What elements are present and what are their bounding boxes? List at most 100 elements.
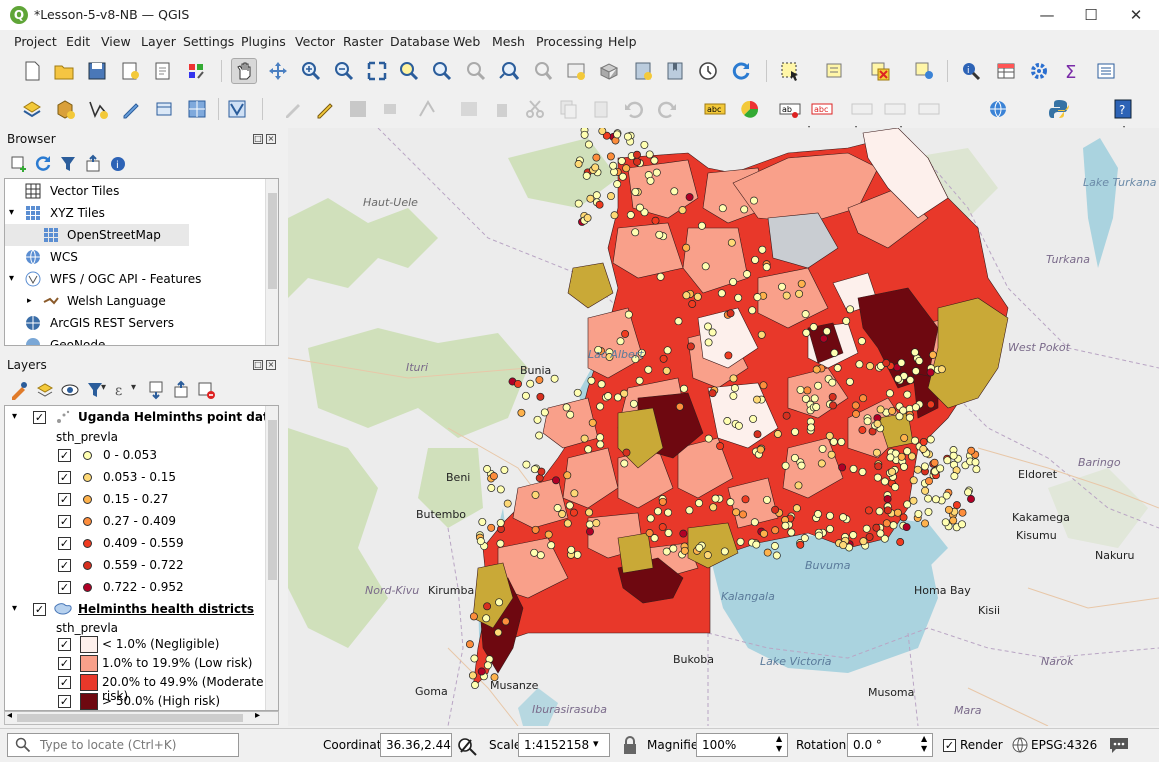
survey-point[interactable]: [886, 453, 895, 462]
survey-point[interactable]: [791, 427, 799, 436]
pan-to-selection-icon[interactable]: [265, 58, 291, 84]
survey-point[interactable]: [703, 551, 712, 560]
collapse-all-layers-icon[interactable]: [168, 377, 194, 403]
survey-point[interactable]: [716, 442, 725, 451]
survey-point[interactable]: [517, 408, 526, 417]
browser-item-arcgis[interactable]: ArcGIS REST Servers: [5, 312, 278, 334]
survey-point[interactable]: [858, 426, 867, 434]
district-no-data-5[interactable]: [617, 532, 654, 574]
survey-point[interactable]: [908, 452, 916, 461]
magnifier-field[interactable]: 100%: [696, 733, 788, 757]
survey-point[interactable]: [833, 364, 842, 372]
survey-point[interactable]: [797, 279, 806, 288]
survey-point[interactable]: [624, 310, 633, 319]
collapse-arrow-icon[interactable]: ▾: [9, 202, 14, 224]
survey-point[interactable]: [729, 374, 738, 383]
survey-point[interactable]: [655, 230, 664, 239]
zoom-to-selection-icon[interactable]: [396, 58, 422, 84]
survey-point[interactable]: [873, 473, 882, 482]
survey-point[interactable]: [697, 221, 706, 230]
survey-point[interactable]: [680, 546, 689, 555]
survey-point[interactable]: [536, 551, 545, 560]
survey-point[interactable]: [770, 542, 779, 550]
select-features-icon[interactable]: [777, 58, 803, 84]
survey-point[interactable]: [845, 377, 854, 386]
expand-all-icon[interactable]: [143, 377, 169, 403]
survey-point[interactable]: [790, 453, 799, 462]
survey-point[interactable]: [526, 379, 535, 388]
survey-point[interactable]: [852, 410, 860, 418]
survey-point[interactable]: [678, 206, 687, 215]
collapse-arrow-icon[interactable]: ▾: [12, 603, 17, 614]
survey-point[interactable]: [724, 351, 733, 360]
survey-point[interactable]: [566, 410, 575, 419]
survey-point[interactable]: [882, 519, 891, 528]
survey-point[interactable]: [550, 374, 559, 383]
survey-point[interactable]: [743, 270, 751, 279]
poly-class-1-checkbox[interactable]: ✓: [58, 657, 71, 670]
survey-point[interactable]: [592, 519, 601, 528]
survey-point[interactable]: [477, 667, 486, 676]
survey-point[interactable]: [839, 513, 848, 522]
survey-point[interactable]: [749, 414, 758, 423]
survey-point[interactable]: [596, 440, 605, 449]
survey-point[interactable]: [909, 476, 918, 485]
survey-point[interactable]: [897, 358, 906, 367]
survey-point[interactable]: [925, 477, 933, 486]
survey-point[interactable]: [903, 390, 912, 399]
survey-point[interactable]: [781, 521, 790, 530]
close-button[interactable]: ✕: [1113, 0, 1159, 30]
survey-point[interactable]: [876, 405, 885, 414]
menu-edit[interactable]: Edit: [66, 34, 90, 49]
survey-point[interactable]: [563, 519, 572, 528]
survey-point[interactable]: [688, 300, 697, 308]
survey-point[interactable]: [606, 152, 615, 161]
render-checkbox[interactable]: ✓: [943, 739, 956, 752]
survey-point[interactable]: [752, 540, 761, 549]
map-canvas[interactable]: Haut-Uele Lake Turkana Turkana Ituri Lac Alb…: [288, 128, 1159, 726]
magnifier-spinner-icon[interactable]: ▲ ▼: [776, 734, 782, 754]
collapse-arrow-icon[interactable]: ▾: [12, 411, 17, 422]
survey-point[interactable]: [496, 539, 505, 548]
survey-point[interactable]: [849, 531, 858, 540]
survey-point[interactable]: [569, 508, 578, 517]
remove-layer-icon[interactable]: [193, 377, 219, 403]
survey-point[interactable]: [620, 389, 629, 398]
locate-search-input[interactable]: Type to locate (Ctrl+K): [7, 733, 239, 757]
zoom-to-layer-icon[interactable]: [429, 58, 455, 84]
survey-point[interactable]: [906, 376, 915, 384]
lock-scale-icon[interactable]: [622, 735, 638, 758]
survey-point[interactable]: [763, 548, 772, 557]
survey-point[interactable]: [797, 461, 806, 470]
menu-web[interactable]: Web: [453, 34, 480, 49]
survey-point[interactable]: [584, 445, 593, 454]
survey-point[interactable]: [514, 379, 522, 388]
point-class-6-checkbox[interactable]: ✓: [58, 581, 71, 594]
layout-manager-icon[interactable]: [150, 58, 176, 84]
survey-point[interactable]: [952, 501, 961, 510]
show-hide-labels-icon[interactable]: [882, 96, 908, 122]
poly-class-2-checkbox[interactable]: ✓: [58, 676, 71, 689]
zoom-native-icon[interactable]: [463, 58, 489, 84]
zoom-full-icon[interactable]: [364, 58, 390, 84]
survey-point[interactable]: [726, 309, 735, 318]
survey-point[interactable]: [924, 507, 933, 516]
survey-point[interactable]: [531, 490, 540, 499]
survey-point[interactable]: [664, 528, 673, 537]
survey-point[interactable]: [740, 205, 749, 214]
zoom-next-icon[interactable]: [529, 58, 555, 84]
survey-point[interactable]: [685, 506, 694, 515]
survey-point[interactable]: [950, 472, 959, 481]
survey-point[interactable]: [547, 541, 556, 550]
zoom-out-icon[interactable]: [331, 58, 357, 84]
survey-point[interactable]: [633, 157, 642, 166]
survey-point[interactable]: [864, 506, 873, 515]
survey-point[interactable]: [920, 462, 929, 471]
survey-point[interactable]: [469, 612, 478, 621]
survey-point[interactable]: [591, 163, 600, 172]
survey-point[interactable]: [483, 465, 492, 473]
survey-point[interactable]: [830, 348, 839, 357]
menu-help[interactable]: Help: [608, 34, 637, 49]
survey-point[interactable]: [814, 510, 822, 518]
layers-hscroll-thumb[interactable]: [17, 714, 243, 722]
